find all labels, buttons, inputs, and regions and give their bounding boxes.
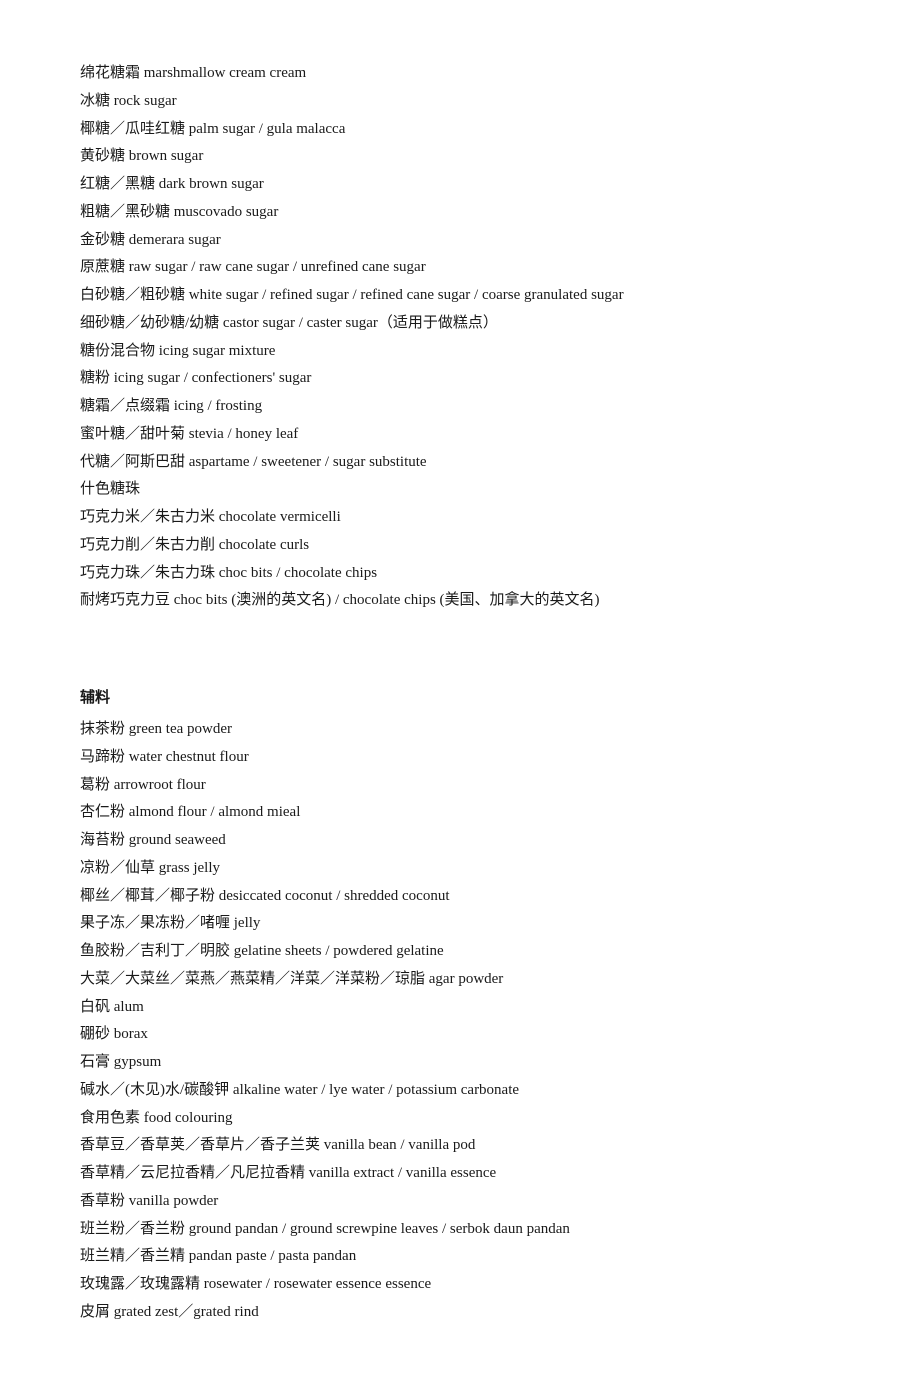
auxiliary-list: 抹茶粉 green tea powder马蹄粉 water chestnut f… bbox=[80, 716, 840, 1327]
list-item: 巧克力削／朱古力削 chocolate curls bbox=[80, 532, 840, 560]
list-item: 碱水／(木见)水/碳酸钾 alkaline water / lye water … bbox=[80, 1077, 840, 1105]
list-item: 耐烤巧克力豆 choc bits (澳洲的英文名) / chocolate ch… bbox=[80, 587, 840, 615]
list-item: 代糖／阿斯巴甜 aspartame / sweetener / sugar su… bbox=[80, 449, 840, 477]
list-item: 冰糖 rock sugar bbox=[80, 88, 840, 116]
list-item: 香草精／云尼拉香精／凡尼拉香精 vanilla extract / vanill… bbox=[80, 1160, 840, 1188]
list-item: 抹茶粉 green tea powder bbox=[80, 716, 840, 744]
list-item: 蜜叶糖／甜叶菊 stevia / honey leaf bbox=[80, 421, 840, 449]
list-item: 糖霜／点缀霜 icing / frosting bbox=[80, 393, 840, 421]
list-item: 原蔗糖 raw sugar / raw cane sugar / unrefin… bbox=[80, 254, 840, 282]
list-item: 杏仁粉 almond flour / almond mieal bbox=[80, 799, 840, 827]
list-item: 鱼胶粉／吉利丁／明胶 gelatine sheets / powdered ge… bbox=[80, 938, 840, 966]
list-item: 什色糖珠 bbox=[80, 476, 840, 504]
list-item: 香草豆／香草荚／香草片／香子兰荚 vanilla bean / vanilla … bbox=[80, 1132, 840, 1160]
list-item: 果子冻／果冻粉／啫喱 jelly bbox=[80, 910, 840, 938]
list-item: 香草粉 vanilla powder bbox=[80, 1188, 840, 1216]
list-item: 大菜／大菜丝／菜燕／燕菜精／洋菜／洋菜粉／琼脂 agar powder bbox=[80, 966, 840, 994]
list-item: 白砂糖／粗砂糖 white sugar / refined sugar / re… bbox=[80, 282, 840, 310]
list-item: 硼砂 borax bbox=[80, 1021, 840, 1049]
list-item: 皮屑 grated zest／grated rind bbox=[80, 1299, 840, 1327]
list-item: 白矾 alum bbox=[80, 994, 840, 1022]
list-item: 巧克力珠／朱古力珠 choc bits / chocolate chips bbox=[80, 560, 840, 588]
list-item: 绵花糖霜 marshmallow cream cream bbox=[80, 60, 840, 88]
sugar-section: 绵花糖霜 marshmallow cream cream冰糖 rock suga… bbox=[80, 60, 840, 615]
list-item: 班兰粉／香兰粉 ground pandan / ground screwpine… bbox=[80, 1216, 840, 1244]
list-item: 黄砂糖 brown sugar bbox=[80, 143, 840, 171]
list-item: 玫瑰露／玫瑰露精 rosewater / rosewater essence e… bbox=[80, 1271, 840, 1299]
list-item: 海苔粉 ground seaweed bbox=[80, 827, 840, 855]
list-item: 红糖／黑糖 dark brown sugar bbox=[80, 171, 840, 199]
list-item: 马蹄粉 water chestnut flour bbox=[80, 744, 840, 772]
list-item: 糖份混合物 icing sugar mixture bbox=[80, 338, 840, 366]
list-item: 粗糖／黑砂糖 muscovado sugar bbox=[80, 199, 840, 227]
auxiliary-header: 辅料 bbox=[80, 685, 840, 712]
list-item: 班兰精／香兰精 pandan paste / pasta pandan bbox=[80, 1243, 840, 1271]
list-item: 巧克力米／朱古力米 chocolate vermicelli bbox=[80, 504, 840, 532]
list-item: 石膏 gypsum bbox=[80, 1049, 840, 1077]
list-item: 金砂糖 demerara sugar bbox=[80, 227, 840, 255]
list-item: 葛粉 arrowroot flour bbox=[80, 772, 840, 800]
list-item: 细砂糖／幼砂糖/幼糖 castor sugar / caster sugar（适… bbox=[80, 310, 840, 338]
list-item: 椰丝／椰茸／椰子粉 desiccated coconut / shredded … bbox=[80, 883, 840, 911]
list-item: 椰糖／瓜哇红糖 palm sugar / gula malacca bbox=[80, 116, 840, 144]
list-item: 凉粉／仙草 grass jelly bbox=[80, 855, 840, 883]
list-item: 糖粉 icing sugar / confectioners' sugar bbox=[80, 365, 840, 393]
auxiliary-section: 辅料 抹茶粉 green tea powder马蹄粉 water chestnu… bbox=[80, 685, 840, 1327]
sugar-list: 绵花糖霜 marshmallow cream cream冰糖 rock suga… bbox=[80, 60, 840, 615]
list-item: 食用色素 food colouring bbox=[80, 1105, 840, 1133]
